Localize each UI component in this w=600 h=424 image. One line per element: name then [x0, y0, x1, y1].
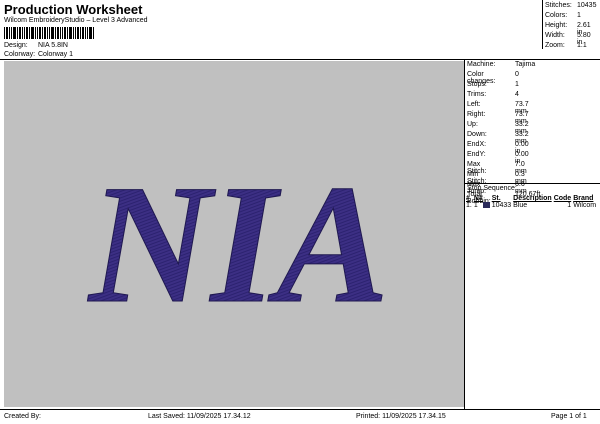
info-value: 0: [515, 71, 519, 78]
cell-st: 10433: [491, 202, 512, 209]
design-value: NIA 5.8IN: [38, 42, 68, 49]
color-swatch: [482, 202, 490, 209]
summary-divider: [542, 0, 543, 49]
design-label: Design:: [4, 42, 28, 49]
stop-sequence-header: # N# St. Description Code Brand: [465, 195, 597, 202]
footer-rule: [0, 409, 600, 410]
summary-value: 1: [577, 12, 581, 19]
barcode-image: [4, 27, 94, 39]
col-num: #: [466, 195, 470, 202]
col-st: St.: [491, 195, 501, 202]
table-row: 1. 1 10433 Blue 1 Wilcom: [465, 202, 597, 209]
col-desc: Description: [513, 195, 552, 202]
software-name: Wilcom EmbroideryStudio – Level 3 Advanc…: [4, 17, 148, 24]
summary-panel: Stitches: 10435 Colors: 1 Height: 2.61 in W…: [545, 2, 600, 50]
footer-created-by: Created By:: [4, 413, 41, 420]
info-value: 1: [515, 81, 519, 88]
footer-printed: Printed: 11/09/2025 17.34.15: [356, 413, 446, 420]
info-label: Stops:: [467, 81, 487, 88]
summary-label: Width:: [545, 32, 565, 39]
header-rule: [0, 59, 600, 60]
summary-label: Colors:: [545, 12, 568, 19]
col-brand: Brand: [573, 195, 594, 202]
info-label: Right:: [467, 111, 486, 118]
cell-desc: Blue: [513, 202, 528, 209]
cell-n-value: 1: [473, 202, 478, 209]
info-label: EndX:: [467, 141, 487, 148]
summary-label: Zoom:: [545, 42, 565, 49]
footer-page: Page 1 of 1: [551, 413, 587, 420]
info-label: Trims:: [467, 91, 487, 98]
colorway-label: Colorway:: [4, 51, 36, 58]
info-label: Up:: [467, 121, 478, 128]
stop-sequence-table: # N# St. Description Code Brand 1. 1 104…: [465, 195, 600, 209]
info-value: Tajima: [515, 61, 536, 68]
summary-label: Stitches:: [545, 2, 572, 9]
design-preview: NIA: [4, 61, 464, 407]
col-n: N#: [473, 195, 483, 202]
design-lettering: NIA: [87, 150, 389, 338]
footer-last-saved: Last Saved: 11/09/2025 17.34.12: [148, 413, 251, 420]
summary-value: 1:1: [577, 42, 587, 49]
info-label: Machine:: [467, 61, 496, 68]
panel-divider: [464, 59, 465, 409]
summary-label: Height:: [545, 22, 568, 29]
cell-code: 1: [567, 202, 572, 209]
colorway-value: Colorway 1: [38, 51, 74, 58]
info-label: Left:: [467, 101, 481, 108]
info-value: 4: [515, 91, 519, 98]
cell-brand: Wilcom: [573, 202, 597, 209]
summary-value: 10435: [577, 2, 597, 9]
stop-sequence-title: Stop Sequence:: [467, 185, 517, 192]
cell-n: 1: [473, 202, 491, 209]
info-label: EndY:: [467, 151, 486, 158]
stop-sequence-rule: [464, 183, 600, 184]
page-title: Production Worksheet: [4, 2, 143, 17]
embroidery-design: NIA: [87, 150, 390, 339]
info-label: Down:: [467, 131, 487, 138]
col-code: Code: [553, 195, 572, 202]
cell-num: 1.: [466, 202, 472, 209]
